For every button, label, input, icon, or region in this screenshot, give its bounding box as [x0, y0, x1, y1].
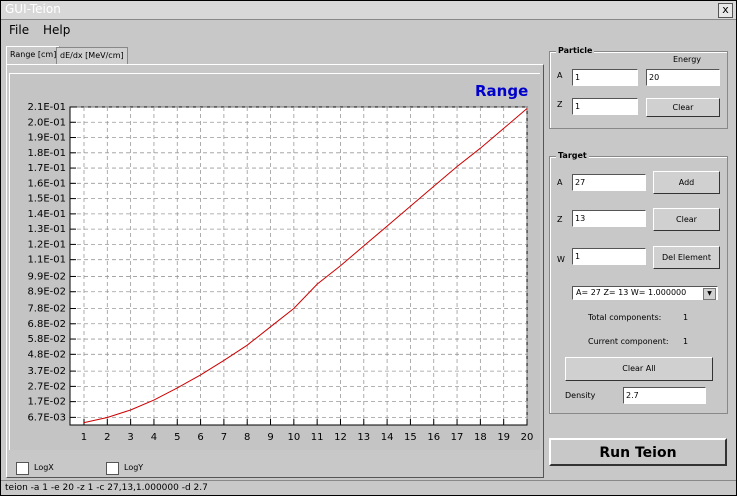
x-tick-label: 10	[287, 432, 300, 443]
target-a-input[interactable]: 27	[572, 174, 646, 191]
energy-label: Energy	[673, 55, 702, 64]
current-component-label: Current component:	[588, 337, 669, 346]
density-label: Density	[565, 391, 596, 400]
y-tick-label: 1.7E-02	[27, 397, 66, 408]
add-element-button[interactable]: Add	[653, 171, 720, 194]
x-tick-label: 6	[197, 432, 203, 443]
app-window: GUI-Teion x File Help Range [cm] dE/dx […	[0, 0, 737, 496]
particle-a-input[interactable]: 1	[572, 69, 638, 86]
y-tick-label: 1.2E-01	[27, 239, 66, 250]
particle-a-label: A	[557, 71, 563, 80]
x-tick-label: 11	[311, 432, 324, 443]
tab-dedx[interactable]: dE/dx [MeV/cm]	[56, 47, 128, 64]
menu-bar: File Help	[1, 20, 736, 40]
x-tick-label: 5	[174, 432, 180, 443]
y-tick-label: 7.8E-02	[27, 304, 66, 315]
close-button[interactable]: x	[718, 3, 733, 18]
x-tick-label: 14	[381, 432, 394, 443]
target-z-input[interactable]: 13	[572, 210, 646, 227]
x-tick-label: 20	[521, 432, 534, 443]
y-tick-label: 1.4E-01	[27, 209, 66, 220]
y-tick-label: 1.5E-01	[27, 194, 66, 205]
plot-frame	[69, 106, 528, 426]
y-tick-label: 2.1E-01	[27, 102, 66, 113]
logy-label: LogY	[124, 463, 144, 472]
particle-z-input[interactable]: 1	[572, 98, 638, 115]
energy-input[interactable]: 20	[646, 69, 720, 86]
logx-checkbox[interactable]	[16, 462, 29, 475]
total-components-value: 1	[683, 313, 689, 322]
x-tick-label: 16	[427, 432, 440, 443]
target-w-label: W	[557, 255, 565, 264]
y-tick-label: 9.9E-02	[27, 271, 66, 282]
y-tick-label: 6.7E-03	[27, 412, 66, 423]
particle-clear-button[interactable]: Clear	[646, 98, 720, 117]
y-tick-label: 3.7E-02	[27, 366, 66, 377]
x-tick-label: 19	[497, 432, 510, 443]
element-select[interactable]: A= 27 Z= 13 W= 1.000000 ▼	[572, 286, 718, 300]
run-teion-button[interactable]: Run Teion	[549, 438, 727, 466]
particle-group-title: Particle	[556, 46, 595, 55]
total-components-label: Total components:	[588, 313, 662, 322]
target-a-label: A	[557, 178, 563, 187]
x-tick-label: 18	[474, 432, 487, 443]
title-bar: GUI-Teion x	[1, 1, 736, 20]
logx-label: LogX	[34, 463, 54, 472]
x-tick-label: 4	[151, 432, 157, 443]
x-tick-label: 17	[451, 432, 464, 443]
x-tick-label: 15	[404, 432, 417, 443]
x-tick-label: 3	[127, 432, 133, 443]
x-tick-label: 8	[244, 432, 250, 443]
x-tick-label: 2	[104, 432, 110, 443]
y-tick-label: 1.1E-01	[27, 255, 66, 266]
x-tick-label: 1	[81, 432, 87, 443]
current-component-value: 1	[683, 337, 689, 346]
chart-title: Range	[475, 82, 529, 100]
del-element-button[interactable]: Del Element	[653, 246, 720, 269]
y-tick-label: 6.8E-02	[27, 319, 66, 330]
y-tick-label: 1.9E-01	[27, 133, 66, 144]
density-input[interactable]: 2.7	[623, 387, 706, 404]
target-w-input[interactable]: 1	[572, 248, 646, 265]
chevron-down-icon[interactable]: ▼	[703, 288, 716, 300]
menu-help[interactable]: Help	[43, 23, 70, 37]
y-tick-label: 8.9E-02	[27, 287, 66, 298]
particle-group	[549, 51, 728, 129]
window-title: GUI-Teion	[5, 2, 61, 16]
element-select-value: A= 27 Z= 13 W= 1.000000	[576, 288, 687, 297]
particle-z-label: Z	[557, 100, 563, 109]
y-tick-label: 1.3E-01	[27, 224, 66, 235]
logy-checkbox[interactable]	[106, 462, 119, 475]
y-tick-label: 1.6E-01	[27, 178, 66, 189]
x-tick-label: 7	[221, 432, 227, 443]
target-group-title: Target	[556, 151, 589, 160]
y-tick-label: 1.8E-01	[27, 148, 66, 159]
clear-all-button[interactable]: Clear All	[565, 357, 713, 381]
tab-range[interactable]: Range [cm]	[6, 46, 61, 65]
y-tick-label: 5.8E-02	[27, 334, 66, 345]
menu-file[interactable]: File	[9, 23, 29, 37]
x-tick-label: 13	[357, 432, 370, 443]
x-tick-label: 12	[334, 432, 347, 443]
target-z-label: Z	[557, 215, 563, 224]
plot-canvas: 1 2 3 4 5 6 7 8 9 10 11 12 13 14 15 16 17 18 19 20 6.7E-03 1.…	[9, 73, 540, 450]
range-chart: 1 2 3 4 5 6 7 8 9 10 11 12 13 14 15 16 17 18 19 206.7E-031.…	[27, 102, 534, 443]
status-bar: teion -a 1 -e 20 -z 1 -c 27,13,1.000000 …	[1, 480, 736, 495]
y-tick-label: 1.7E-01	[27, 163, 66, 174]
x-tick-label: 9	[267, 432, 273, 443]
y-tick-label: 2.7E-02	[27, 381, 66, 392]
target-clear-button[interactable]: Clear	[653, 208, 720, 231]
y-tick-label: 4.8E-02	[27, 349, 66, 360]
y-tick-label: 2.0E-01	[27, 117, 66, 128]
